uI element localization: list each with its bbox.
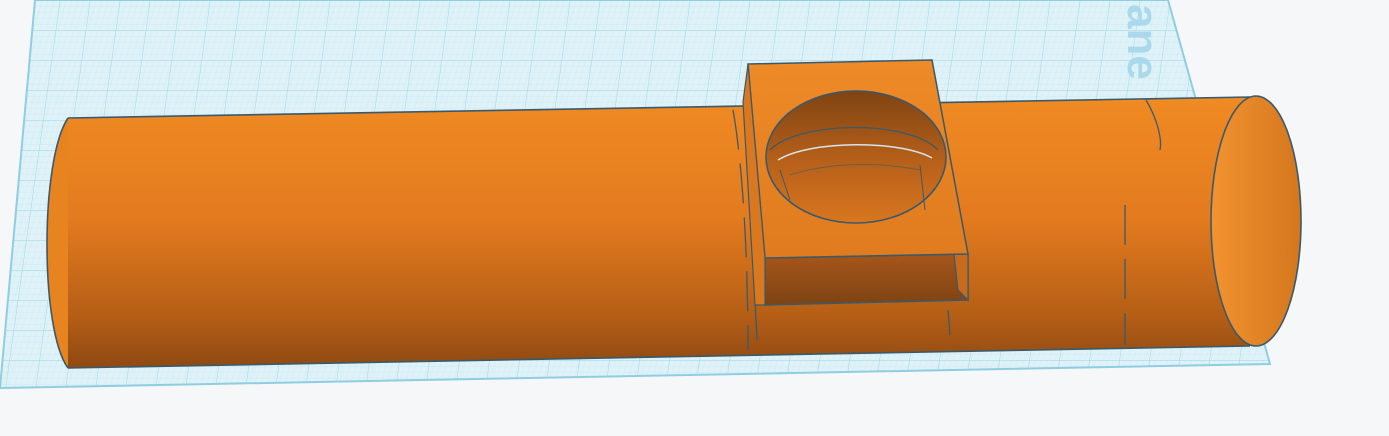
scene-canvas[interactable]: ane [0,0,1389,436]
3d-viewport[interactable]: ane [0,0,1389,436]
workplane-label: ane [1118,4,1167,80]
hole-cutout[interactable] [765,90,947,224]
box-with-hole-shape[interactable] [742,59,969,306]
cylinder-shape[interactable] [46,95,1302,369]
